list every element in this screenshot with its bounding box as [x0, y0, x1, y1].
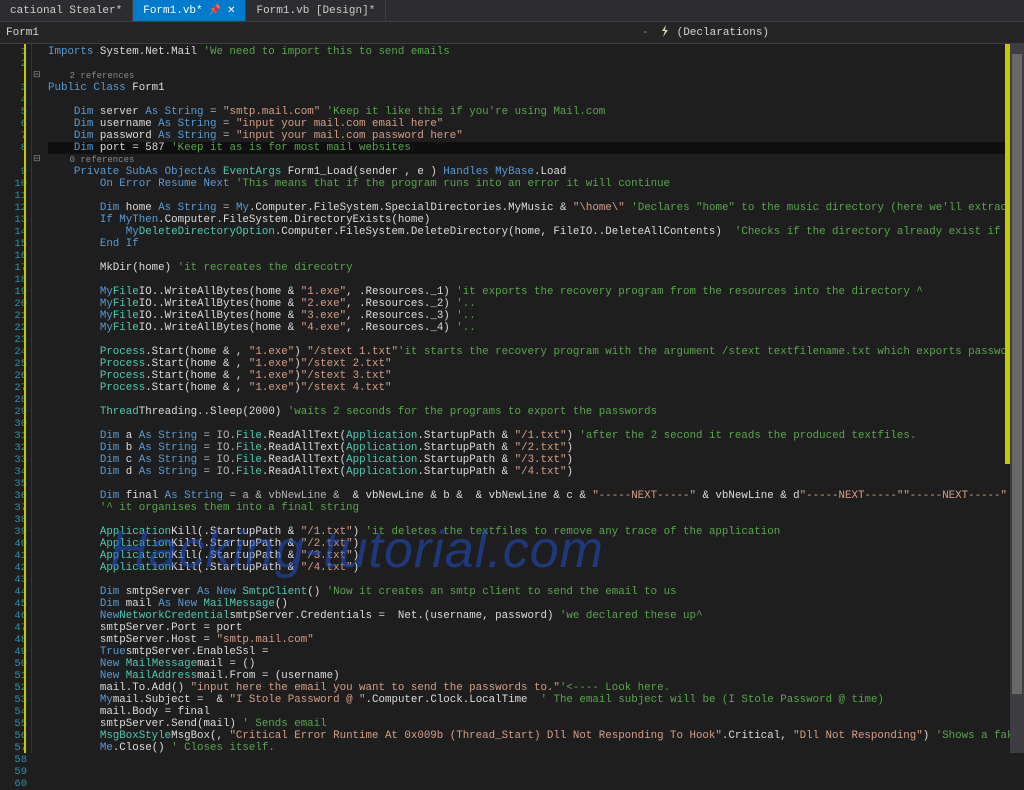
tab-label: cational Stealer* — [10, 5, 122, 17]
member-name: (Declarations) — [677, 27, 769, 39]
nav-separator: - — [642, 27, 649, 39]
tab-stealer[interactable]: cational Stealer* — [0, 0, 133, 21]
tab-label: Form1.vb [Design]* — [256, 5, 375, 17]
change-marker — [24, 44, 26, 753]
pin-icon[interactable]: 📌 — [209, 5, 221, 17]
nav-bar: Form1 - (Declarations) — [0, 22, 1024, 44]
member-dropdown[interactable]: - (Declarations) — [382, 25, 1018, 41]
change-marker-right — [1005, 44, 1010, 464]
code-content[interactable]: Imports System.Net.Mail 'We need to impo… — [44, 44, 1024, 753]
tab-label: Form1.vb* — [143, 5, 202, 17]
line-number-gutter: 1234567891011121314151617181920212223242… — [0, 44, 32, 753]
tab-form1-design[interactable]: Form1.vb [Design]* — [246, 0, 386, 21]
tab-bar: cational Stealer* Form1.vb* 📌 ✕ Form1.vb… — [0, 0, 1024, 22]
code-editor[interactable]: 1234567891011121314151617181920212223242… — [0, 44, 1024, 753]
close-icon[interactable]: ✕ — [227, 5, 235, 17]
fold-toggle[interactable]: ⊟ — [33, 70, 41, 80]
fold-column: ⊟ ⊟ — [32, 44, 44, 753]
class-name: Form1 — [6, 27, 39, 39]
lightning-icon — [659, 25, 671, 41]
fold-toggle[interactable]: ⊟ — [33, 154, 41, 164]
scrollbar-thumb[interactable] — [1012, 54, 1022, 694]
class-dropdown[interactable]: Form1 — [6, 27, 382, 39]
tab-form1-vb[interactable]: Form1.vb* 📌 ✕ — [133, 0, 246, 21]
vertical-scrollbar[interactable] — [1010, 44, 1024, 753]
